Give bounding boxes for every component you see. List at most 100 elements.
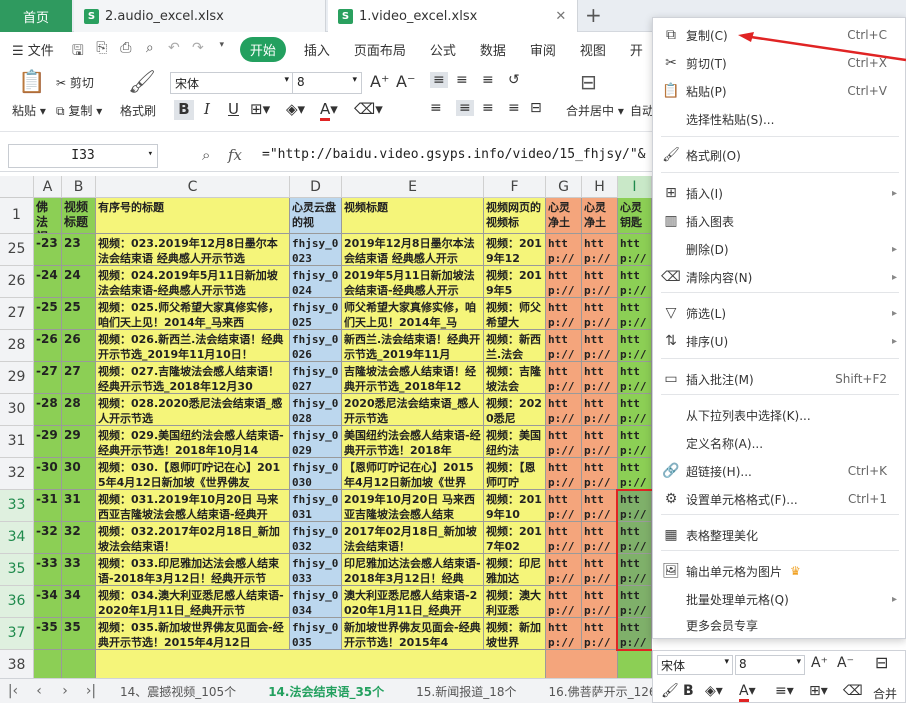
merge-icon[interactable]: ⊟ xyxy=(580,70,597,94)
redo-icon[interactable]: ↷ xyxy=(189,40,207,58)
export-icon[interactable]: ⎘ xyxy=(93,40,111,58)
header-cell[interactable]: 有序号的标题 xyxy=(96,198,290,234)
eraser-icon[interactable]: ⌫▾ xyxy=(354,100,383,118)
table-cell[interactable]: 师父希望大家真修实修，咱们天上见！2014年_马 xyxy=(342,298,484,330)
table-cell[interactable]: 视频：新加坡世界 xyxy=(484,618,546,650)
table-cell[interactable]: -25 xyxy=(34,298,62,330)
table-cell[interactable]: http://b xyxy=(618,458,652,490)
table-cell[interactable]: 视频：034.澳大利亚悉尼感人结束语-2020年1月11日_经典开示节 xyxy=(96,586,290,618)
menu-data[interactable]: 数据 xyxy=(468,40,518,59)
table-cell[interactable]: 视频：2019年10 xyxy=(484,490,546,522)
table-cell[interactable]: -27 xyxy=(34,362,62,394)
context-menu-item[interactable]: ⇅ 排序(U) ▸ xyxy=(653,328,905,354)
table-cell[interactable]: http://b xyxy=(618,330,652,362)
column-header[interactable]: G xyxy=(546,176,582,198)
table-cell[interactable]: 视频：027.吉隆坡法会感人结束语！经典开示节选_2018年12月30 xyxy=(96,362,290,394)
table-cell[interactable] xyxy=(96,650,546,678)
table-cell[interactable]: fhjsy_0030 xyxy=(290,458,342,490)
copy-button[interactable]: ⧉ 复制 ▾ xyxy=(56,102,102,119)
table-cell[interactable]: http://b xyxy=(618,298,652,330)
table-cell[interactable]: http://b xyxy=(546,490,582,522)
row-header[interactable]: 1 xyxy=(0,198,34,234)
select-all-corner[interactable] xyxy=(0,176,34,198)
fill-color-icon[interactable]: ◈▾ xyxy=(286,100,305,118)
sheet-tab[interactable]: 15.新闻报道_18个 xyxy=(400,683,532,700)
table-cell[interactable]: fhjsy_0031 xyxy=(290,490,342,522)
table-cell[interactable]: -33 xyxy=(34,554,62,586)
table-cell[interactable]: http://b xyxy=(582,586,618,618)
table-cell[interactable]: -34 xyxy=(34,586,62,618)
table-cell[interactable]: http://b xyxy=(546,586,582,618)
column-header[interactable]: H xyxy=(582,176,618,198)
table-cell[interactable]: 视频：033.印尼雅加达法会感人结束语-2018年3月12日！经典开示节 xyxy=(96,554,290,586)
name-box[interactable]: I33 ▾ xyxy=(8,144,158,168)
row-header[interactable]: 31 xyxy=(0,426,34,458)
mini-size-select[interactable]: 8 ▾ xyxy=(735,655,805,675)
table-cell[interactable]: http://b xyxy=(618,234,652,266)
table-cell[interactable]: 视频：025.师父希望大家真修实修，咱们天上见！2014年_马来西 xyxy=(96,298,290,330)
table-cell[interactable]: fhjsy_0023 xyxy=(290,234,342,266)
table-cell[interactable]: http://b xyxy=(546,330,582,362)
table-cell[interactable]: 2019年10月20日 马来西亚吉隆坡法会感人结束 xyxy=(342,490,484,522)
table-cell[interactable]: -24 xyxy=(34,266,62,298)
table-cell[interactable]: 26 xyxy=(62,330,96,362)
bold-icon[interactable]: B xyxy=(683,683,694,699)
table-cell[interactable]: http://b xyxy=(582,394,618,426)
table-cell[interactable]: http://b xyxy=(618,394,652,426)
context-menu-item[interactable]: 删除(D) ▸ xyxy=(653,236,905,262)
table-cell[interactable]: fhjsy_0035 xyxy=(290,618,342,650)
font-name-select[interactable]: 宋体 ▾ xyxy=(170,72,294,94)
table-cell[interactable]: 2019年12月8日墨尔本法会结束语 经典感人开示 xyxy=(342,234,484,266)
align-top-icon[interactable]: ≡ xyxy=(430,72,448,88)
table-cell[interactable]: 新加坡世界佛友见面会-经典开示节选！2015年4 xyxy=(342,618,484,650)
table-cell[interactable]: http://b xyxy=(582,458,618,490)
table-cell[interactable]: 视频：023.2019年12月8日墨尔本法会结束语 经典感人开示节选 xyxy=(96,234,290,266)
row-header[interactable]: 35 xyxy=(0,554,34,586)
table-cell[interactable]: 视频：2017年02 xyxy=(484,522,546,554)
table-cell[interactable]: http://b xyxy=(546,522,582,554)
table-cell[interactable]: http://b xyxy=(618,618,652,650)
auto-wrap-button[interactable]: 自动 xyxy=(630,102,654,119)
column-header[interactable]: D xyxy=(290,176,342,198)
increase-font-icon[interactable]: A⁺ xyxy=(811,655,828,671)
table-cell[interactable]: 27 xyxy=(62,362,96,394)
tab-audio-excel[interactable]: S 2.audio_excel.xlsx xyxy=(74,0,326,32)
table-cell[interactable]: 30 xyxy=(62,458,96,490)
table-cell[interactable]: -23 xyxy=(34,234,62,266)
header-cell[interactable]: 佛法视频 xyxy=(34,198,62,234)
next-sheet-icon[interactable]: › xyxy=(52,683,78,699)
table-cell[interactable] xyxy=(34,650,62,678)
menu-formula[interactable]: 公式 xyxy=(418,40,468,59)
table-cell[interactable]: http://b xyxy=(546,618,582,650)
table-cell[interactable]: 视频：师父希望大 xyxy=(484,298,546,330)
print-icon[interactable]: ⎙ xyxy=(117,40,135,58)
align-middle-icon[interactable]: ≡ xyxy=(456,72,468,88)
table-cell[interactable]: http://b xyxy=(546,426,582,458)
context-menu-item[interactable]: 选择性粘贴(S)... xyxy=(653,106,905,132)
tab-home[interactable]: 首页 xyxy=(0,0,72,32)
table-cell[interactable]: http://b xyxy=(546,394,582,426)
column-header[interactable]: I xyxy=(618,176,652,198)
table-cell[interactable]: 视频：026.新西兰.法会结束语！经典开示节选_2019年11月10日！ xyxy=(96,330,290,362)
row-header[interactable]: 34 xyxy=(0,522,34,554)
table-cell[interactable]: 23 xyxy=(62,234,96,266)
menu-review[interactable]: 审阅 xyxy=(518,40,568,59)
table-cell[interactable]: fhjsy_0025 xyxy=(290,298,342,330)
header-cell[interactable]: 视频标题 xyxy=(62,198,96,234)
underline-icon[interactable]: U xyxy=(228,100,239,118)
border-icon[interactable]: ⊞▾ xyxy=(809,683,828,699)
table-cell[interactable]: 吉隆坡法会感人结束语！经典开示节选_2018年12 xyxy=(342,362,484,394)
table-cell[interactable]: -28 xyxy=(34,394,62,426)
table-cell[interactable]: http://b xyxy=(618,362,652,394)
decrease-font-icon[interactable]: A⁻ xyxy=(837,655,854,671)
font-size-select[interactable]: 8 ▾ xyxy=(292,72,362,94)
table-cell[interactable]: 33 xyxy=(62,554,96,586)
context-menu-item[interactable]: 定义名称(A)... xyxy=(653,430,905,456)
header-cell[interactable]: 视频标题 xyxy=(342,198,484,234)
menu-file[interactable]: ☰ 文件 xyxy=(0,40,66,59)
first-sheet-icon[interactable]: |‹ xyxy=(0,683,26,699)
table-cell[interactable]: 视频：030.【恩师叮咛记在心】2015年4月12日新加坡《世界佛友 xyxy=(96,458,290,490)
table-cell[interactable]: fhjsy_0027 xyxy=(290,362,342,394)
fill-color-icon[interactable]: ◈▾ xyxy=(705,683,723,699)
header-cell[interactable]: 心灵云盘的视 xyxy=(290,198,342,234)
